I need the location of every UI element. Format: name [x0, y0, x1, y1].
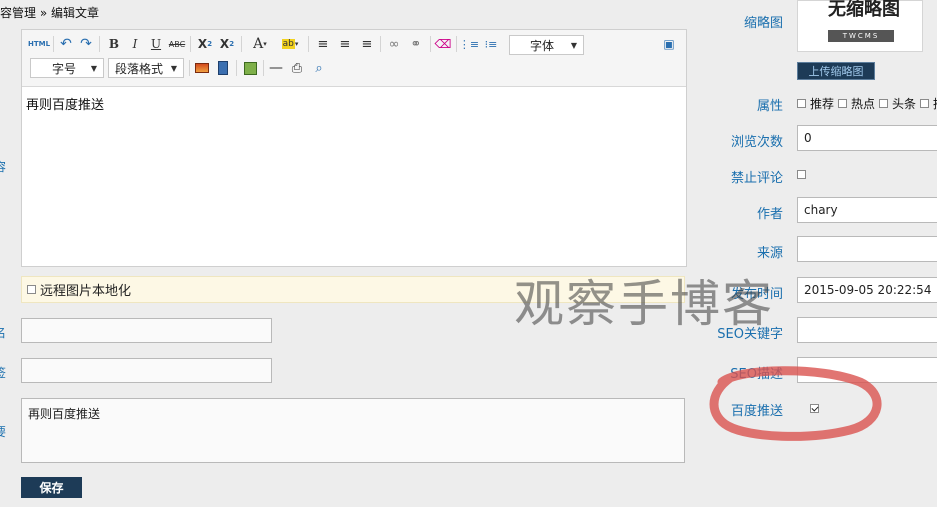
font-family-value: 字体: [530, 38, 555, 53]
chevron-down-icon: ▼: [570, 40, 577, 50]
breadcrumb: 内容管理 » 编辑文章: [0, 4, 99, 21]
highlight-icon[interactable]: ab ▾: [277, 35, 303, 53]
breadcrumb-parent[interactable]: 内容管理: [0, 6, 36, 20]
attributes-label: 属性: [756, 99, 783, 114]
disable-comment-label: 禁止评论: [730, 171, 783, 186]
preview-icon[interactable]: ▣: [660, 35, 678, 53]
ordered-list-icon[interactable]: ⋮≡: [459, 35, 479, 53]
unordered-list-icon[interactable]: ⁝≡: [482, 35, 500, 53]
unlink-icon[interactable]: ⚭: [407, 35, 425, 53]
tags-input[interactable]: [21, 358, 272, 383]
font-color-icon[interactable]: A ▾: [247, 35, 273, 53]
chevron-down-icon: ▼: [170, 63, 177, 73]
seo-keywords-input[interactable]: [797, 317, 937, 343]
save-button[interactable]: 保存: [21, 477, 82, 498]
thumbnail-brand: TWCMS: [828, 30, 894, 42]
editor-toolbar: HTML ↶ ↷ B I U ABC X2 X2 A ▾ ab ▾ ≡ ≡ ≡ ∞ …: [22, 30, 686, 87]
underline-icon[interactable]: U: [147, 35, 165, 53]
author-label: 作者: [756, 207, 783, 222]
image-icon[interactable]: [193, 59, 211, 77]
upload-thumbnail-button[interactable]: 上传缩略图: [797, 62, 875, 80]
attribute-label-hot: 热点: [851, 97, 876, 111]
breadcrumb-separator: »: [39, 6, 48, 20]
attributes-group: 推荐 热点 头条 推: [797, 95, 937, 112]
tags-label: 签: [0, 366, 7, 380]
chevron-down-icon: ▼: [90, 63, 97, 73]
author-input[interactable]: chary: [797, 197, 937, 223]
undo-icon[interactable]: ↶: [57, 35, 75, 53]
alias-label: 名: [0, 326, 7, 340]
strikethrough-icon[interactable]: ABC: [168, 35, 186, 53]
content-label: 容: [0, 160, 7, 174]
summary-textarea[interactable]: 再则百度推送: [21, 398, 685, 463]
breadcrumb-current: 编辑文章: [51, 6, 100, 20]
html-icon[interactable]: HTML: [28, 35, 50, 53]
annotation-circle: [709, 366, 882, 441]
paragraph-format-select[interactable]: 段落格式 ▼: [108, 58, 184, 78]
redo-icon[interactable]: ↷: [77, 35, 95, 53]
alias-input[interactable]: [21, 318, 272, 343]
superscript-icon[interactable]: X2: [196, 35, 214, 53]
subscript-icon[interactable]: X2: [218, 35, 236, 53]
rich-text-editor: HTML ↶ ↷ B I U ABC X2 X2 A ▾ ab ▾ ≡ ≡ ≡ ∞ …: [21, 29, 687, 267]
align-left-icon[interactable]: ≡: [314, 35, 332, 53]
font-size-select[interactable]: 字号 ▼: [30, 58, 104, 78]
align-right-icon[interactable]: ≡: [358, 35, 376, 53]
print-icon[interactable]: ⎙: [288, 59, 306, 77]
map-icon[interactable]: [241, 59, 259, 77]
video-icon[interactable]: [214, 59, 232, 77]
publish-time-input[interactable]: 2015-09-05 20:22:54: [797, 277, 937, 303]
remote-images-checkbox[interactable]: [27, 285, 36, 294]
attribute-label-push: 推: [933, 95, 937, 112]
source-input[interactable]: [797, 236, 937, 262]
font-family-select[interactable]: 字体 ▼: [509, 35, 584, 55]
thumbnail-label: 缩略图: [743, 16, 783, 31]
paragraph-format-value: 段落格式: [115, 61, 164, 76]
attribute-label-headline: 头条: [892, 97, 917, 111]
remote-images-label: 远程图片本地化: [40, 284, 132, 299]
attribute-checkbox-recommend[interactable]: [797, 99, 806, 108]
attribute-label-recommend: 推荐: [810, 97, 835, 111]
align-center-icon[interactable]: ≡: [336, 35, 354, 53]
editor-body[interactable]: 再则百度推送: [26, 94, 104, 113]
bold-icon[interactable]: B: [105, 35, 123, 53]
font-size-value: 字号: [52, 61, 77, 76]
watermark: 观察手博客: [514, 275, 774, 333]
thumbnail-placeholder-text: 无缩略图: [828, 0, 900, 20]
attribute-checkbox-headline[interactable]: [879, 99, 889, 108]
views-input[interactable]: 0: [797, 125, 937, 151]
summary-label: 要: [0, 425, 7, 439]
search-replace-icon[interactable]: ⌕: [310, 59, 328, 77]
views-label: 浏览次数: [730, 135, 783, 150]
attribute-checkbox-push[interactable]: [920, 99, 930, 108]
italic-icon[interactable]: I: [126, 35, 144, 53]
thumbnail-preview: 无缩略图 TWCMS: [797, 0, 923, 52]
eraser-icon[interactable]: ⌫: [434, 35, 452, 53]
source-label: 来源: [756, 246, 783, 261]
disable-comment-checkbox[interactable]: [797, 170, 806, 179]
horizontal-rule-icon[interactable]: —: [267, 59, 285, 77]
link-icon[interactable]: ∞: [385, 35, 403, 53]
attribute-checkbox-hot[interactable]: [838, 99, 848, 108]
